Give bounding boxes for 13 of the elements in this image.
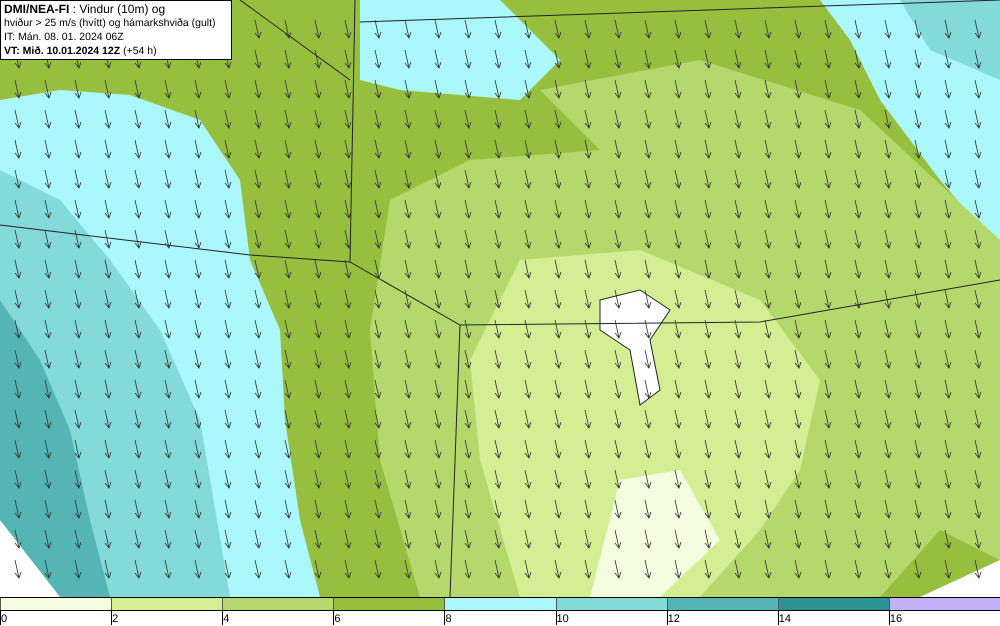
legend-tick-label: 2 [112,613,118,625]
map-title: DMI/NEA-FI : Vindur (10m) og [4,2,166,16]
legend-tick-label: 8 [445,613,452,625]
caption-line: hviður > 25 m/s (hvítt) og hámarkshviða (gult) [4,16,217,30]
legend-tick-label: 6 [334,613,340,625]
legend-tick-label: 10 [556,613,569,625]
caption-line: IT: Mán. 08. 01. 2024 06Z [4,30,125,44]
legend-tick-label: 0 [1,613,8,625]
legend-tick-label: 12 [668,613,680,625]
legend-tick-label: 14 [778,613,792,625]
legend-tick-label: 16 [890,613,902,625]
legend-tick-label: 4 [223,613,230,625]
caption-line: VT: Mið. 10.01.2024 12Z (+54 h) [4,44,158,58]
